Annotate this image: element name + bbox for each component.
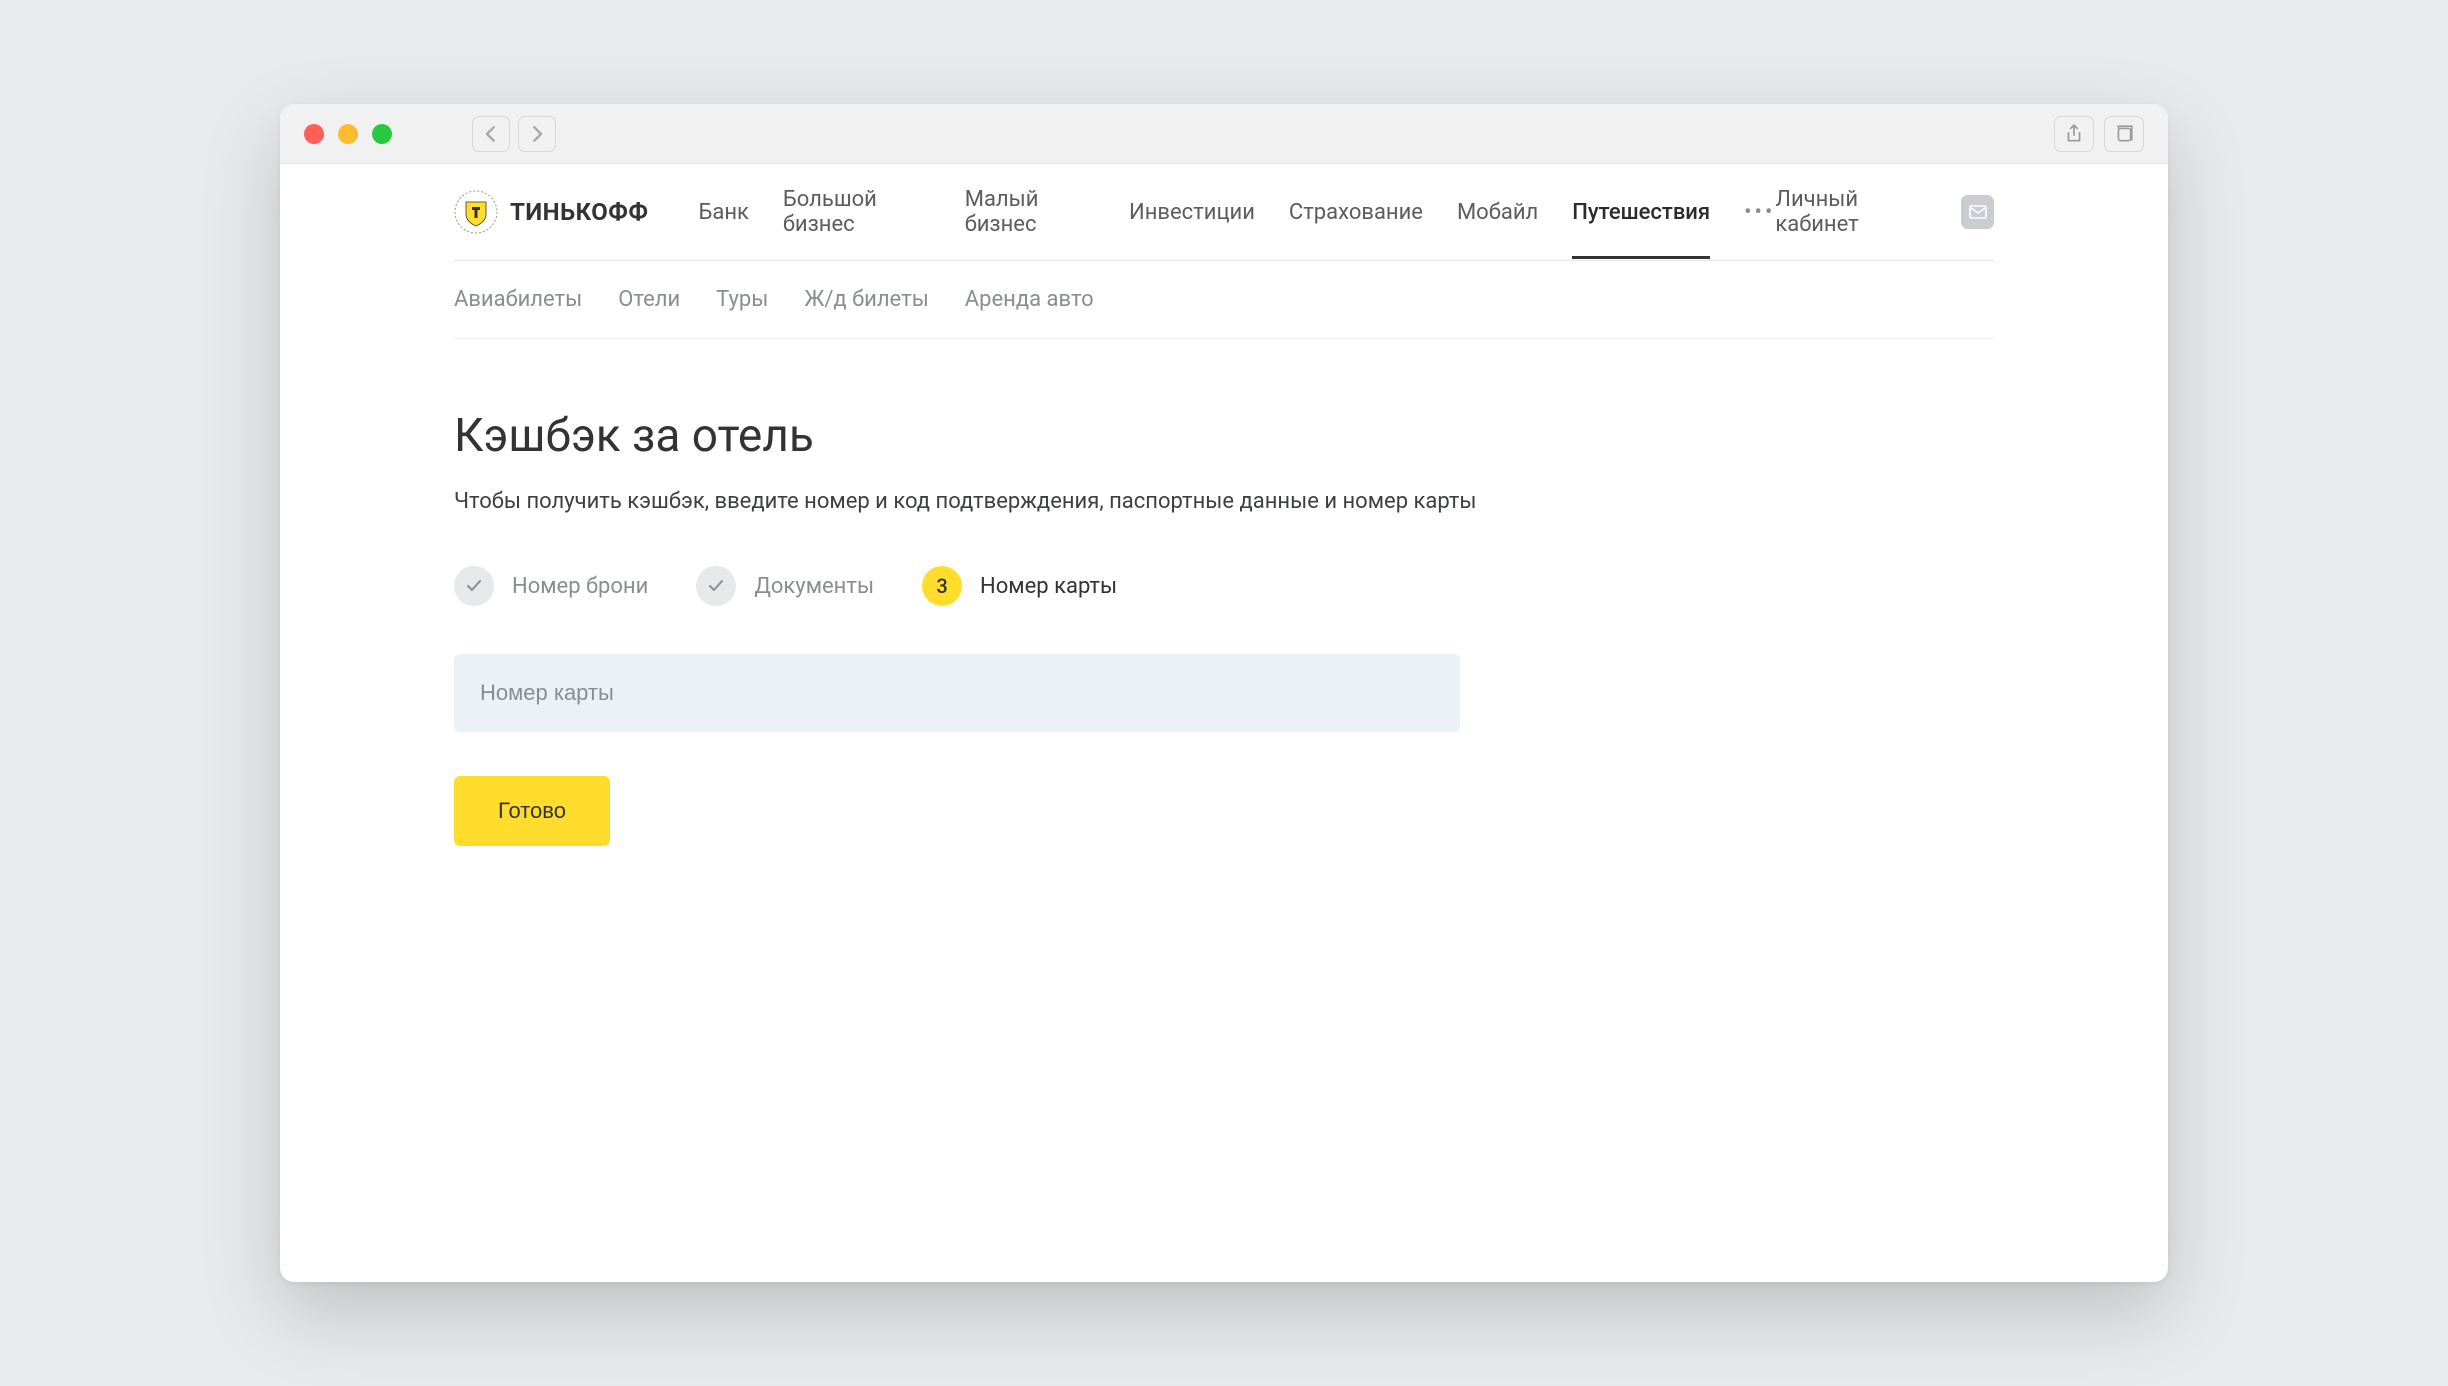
personal-cabinet-link[interactable]: Личный кабинет (1775, 187, 1939, 237)
messages-button[interactable] (1961, 195, 1994, 229)
nav-mobile[interactable]: Мобайл (1457, 166, 1538, 259)
nav-more-button[interactable]: ••• (1744, 200, 1775, 225)
sub-nav: Авиабилеты Отели Туры Ж/д билеты Аренда … (454, 261, 1994, 339)
site-header: ТИНЬКОФФ Банк Большой бизнес Малый бизне… (454, 164, 1994, 261)
forward-button[interactable] (518, 116, 556, 152)
back-button[interactable] (472, 116, 510, 152)
tabs-button[interactable] (2104, 116, 2144, 152)
traffic-lights (304, 124, 392, 144)
step-number-badge: 3 (922, 566, 962, 606)
step-documents: Документы (696, 566, 874, 606)
main-nav: Банк Большой бизнес Малый бизнес Инвести… (698, 164, 1775, 271)
chevron-left-icon (485, 126, 497, 142)
tabs-icon (2114, 124, 2134, 144)
share-icon (2065, 124, 2083, 144)
window-titlebar (280, 104, 2168, 164)
close-window-button[interactable] (304, 124, 324, 144)
submit-button[interactable]: Готово (454, 776, 610, 846)
check-icon (454, 566, 494, 606)
nav-big-business[interactable]: Большой бизнес (783, 164, 931, 271)
check-icon (696, 566, 736, 606)
step-label: Номер брони (512, 574, 648, 599)
minimize-window-button[interactable] (338, 124, 358, 144)
page-body: ТИНЬКОФФ Банк Большой бизнес Малый бизне… (280, 164, 2168, 1282)
subnav-hotels[interactable]: Отели (618, 287, 680, 312)
nav-insurance[interactable]: Страхование (1289, 166, 1423, 259)
logo-shield-icon (454, 190, 498, 234)
nav-small-business[interactable]: Малый бизнес (965, 164, 1095, 271)
envelope-icon (1969, 205, 1987, 219)
card-number-input[interactable] (454, 654, 1460, 732)
nav-travel[interactable]: Путешествия (1572, 166, 1710, 259)
subnav-trains[interactable]: Ж/д билеты (804, 287, 928, 312)
page-title: Кэшбэк за отель (454, 409, 1994, 463)
nav-arrows (472, 116, 556, 152)
chevron-right-icon (531, 126, 543, 142)
browser-window: ТИНЬКОФФ Банк Большой бизнес Малый бизне… (280, 104, 2168, 1282)
step-booking-number: Номер брони (454, 566, 648, 606)
subnav-tours[interactable]: Туры (716, 287, 768, 312)
step-label: Документы (754, 574, 874, 599)
maximize-window-button[interactable] (372, 124, 392, 144)
subnav-car-rental[interactable]: Аренда авто (965, 287, 1094, 312)
logo-text: ТИНЬКОФФ (510, 198, 648, 226)
page-subtitle: Чтобы получить кэшбэк, введите номер и к… (454, 489, 1994, 514)
subnav-flights[interactable]: Авиабилеты (454, 287, 582, 312)
step-card-number: 3 Номер карты (922, 566, 1117, 606)
content: Кэшбэк за отель Чтобы получить кэшбэк, в… (454, 339, 1994, 846)
nav-bank[interactable]: Банк (698, 166, 748, 259)
logo[interactable]: ТИНЬКОФФ (454, 190, 648, 234)
nav-investments[interactable]: Инвестиции (1129, 166, 1255, 259)
share-button[interactable] (2054, 116, 2094, 152)
step-label: Номер карты (980, 574, 1117, 599)
stepper: Номер брони Документы 3 Номер карты (454, 566, 1994, 606)
